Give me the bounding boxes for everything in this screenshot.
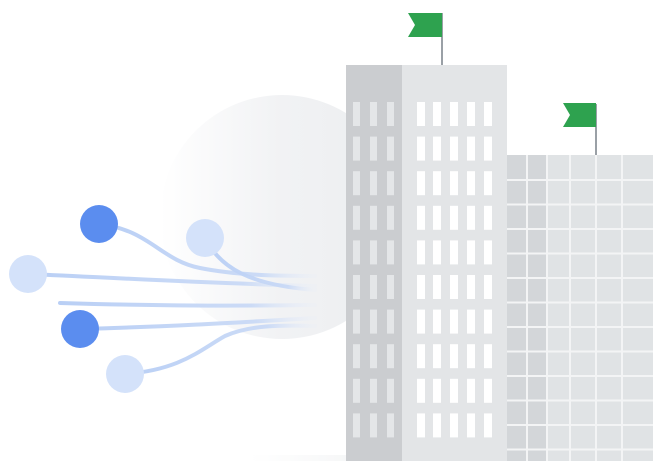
tower-window [467, 275, 475, 299]
tower-window [417, 205, 425, 230]
tower-window [417, 240, 425, 265]
tower-window [484, 205, 492, 230]
office-tower-icon [346, 13, 507, 461]
tower-window [370, 378, 377, 403]
tower-window [370, 309, 377, 334]
tower-window [433, 102, 441, 126]
flag-icon [408, 13, 442, 37]
building-front [547, 155, 653, 461]
tower-window [353, 378, 360, 403]
tower-window [450, 309, 458, 334]
tower-window [417, 309, 425, 334]
tower-window [387, 240, 394, 265]
tower-window [353, 413, 360, 438]
tower-window [370, 240, 377, 265]
tower-window [484, 413, 492, 438]
tower-window [467, 309, 475, 334]
tower-window [417, 136, 425, 161]
tower-window [484, 309, 492, 334]
tower-window [370, 171, 377, 196]
tower-window [370, 275, 377, 299]
tower-window [353, 102, 360, 126]
tower-window [417, 102, 425, 126]
tower-window [433, 275, 441, 299]
tower-window [450, 205, 458, 230]
tower-window [387, 378, 394, 403]
tower-window [450, 102, 458, 126]
tower-window [417, 275, 425, 299]
tower-window [467, 413, 475, 438]
tower-window [433, 240, 441, 265]
tower-window [450, 378, 458, 403]
tower-window [484, 240, 492, 265]
tower-window [387, 413, 394, 438]
illustration-svg [9, 13, 653, 461]
tower-window [467, 102, 475, 126]
tower-window [433, 136, 441, 161]
tower-window [450, 171, 458, 196]
tower-window [433, 413, 441, 438]
tower-window [450, 240, 458, 265]
tower-window [353, 205, 360, 230]
tower-window [370, 102, 377, 126]
tower-window [387, 136, 394, 161]
tower-window [467, 171, 475, 196]
network-line [58, 301, 317, 308]
tower-window [417, 171, 425, 196]
tower-window [484, 102, 492, 126]
tower-window [467, 344, 475, 369]
network-node [9, 255, 47, 293]
tower-window [387, 344, 394, 369]
tower-window [370, 205, 377, 230]
tower-window [484, 378, 492, 403]
tower-window [484, 171, 492, 196]
tower-window [467, 205, 475, 230]
tower-window [387, 102, 394, 126]
tower-window [353, 171, 360, 196]
tower-window [467, 240, 475, 265]
tower-window [433, 171, 441, 196]
tower-window [450, 136, 458, 161]
tower-window [370, 413, 377, 438]
tower-window [484, 275, 492, 299]
tower-window [387, 205, 394, 230]
tower-window [353, 344, 360, 369]
flag-icon [563, 103, 596, 127]
tower-window [370, 136, 377, 161]
tower-window [353, 240, 360, 265]
network-node [106, 355, 144, 393]
network-node [61, 310, 99, 348]
tower-window [387, 171, 394, 196]
tower-window [467, 378, 475, 403]
illustration [0, 0, 653, 461]
tower-window [417, 344, 425, 369]
tower-window [433, 344, 441, 369]
tower-window [450, 275, 458, 299]
tower-window [417, 413, 425, 438]
tower-window [450, 344, 458, 369]
tower-window [433, 205, 441, 230]
tower-window [433, 378, 441, 403]
tower-window [387, 275, 394, 299]
tower-window [484, 136, 492, 161]
tower-window [387, 309, 394, 334]
tower-window [484, 344, 492, 369]
tower-window [417, 378, 425, 403]
tower-window [450, 413, 458, 438]
tower-window [353, 275, 360, 299]
tower-window [353, 136, 360, 161]
office-building-icon [507, 103, 653, 461]
network-node [186, 219, 224, 257]
tower-window [370, 344, 377, 369]
tower-window [353, 309, 360, 334]
tower-window [467, 136, 475, 161]
tower-window [433, 309, 441, 334]
network-node [80, 205, 118, 243]
